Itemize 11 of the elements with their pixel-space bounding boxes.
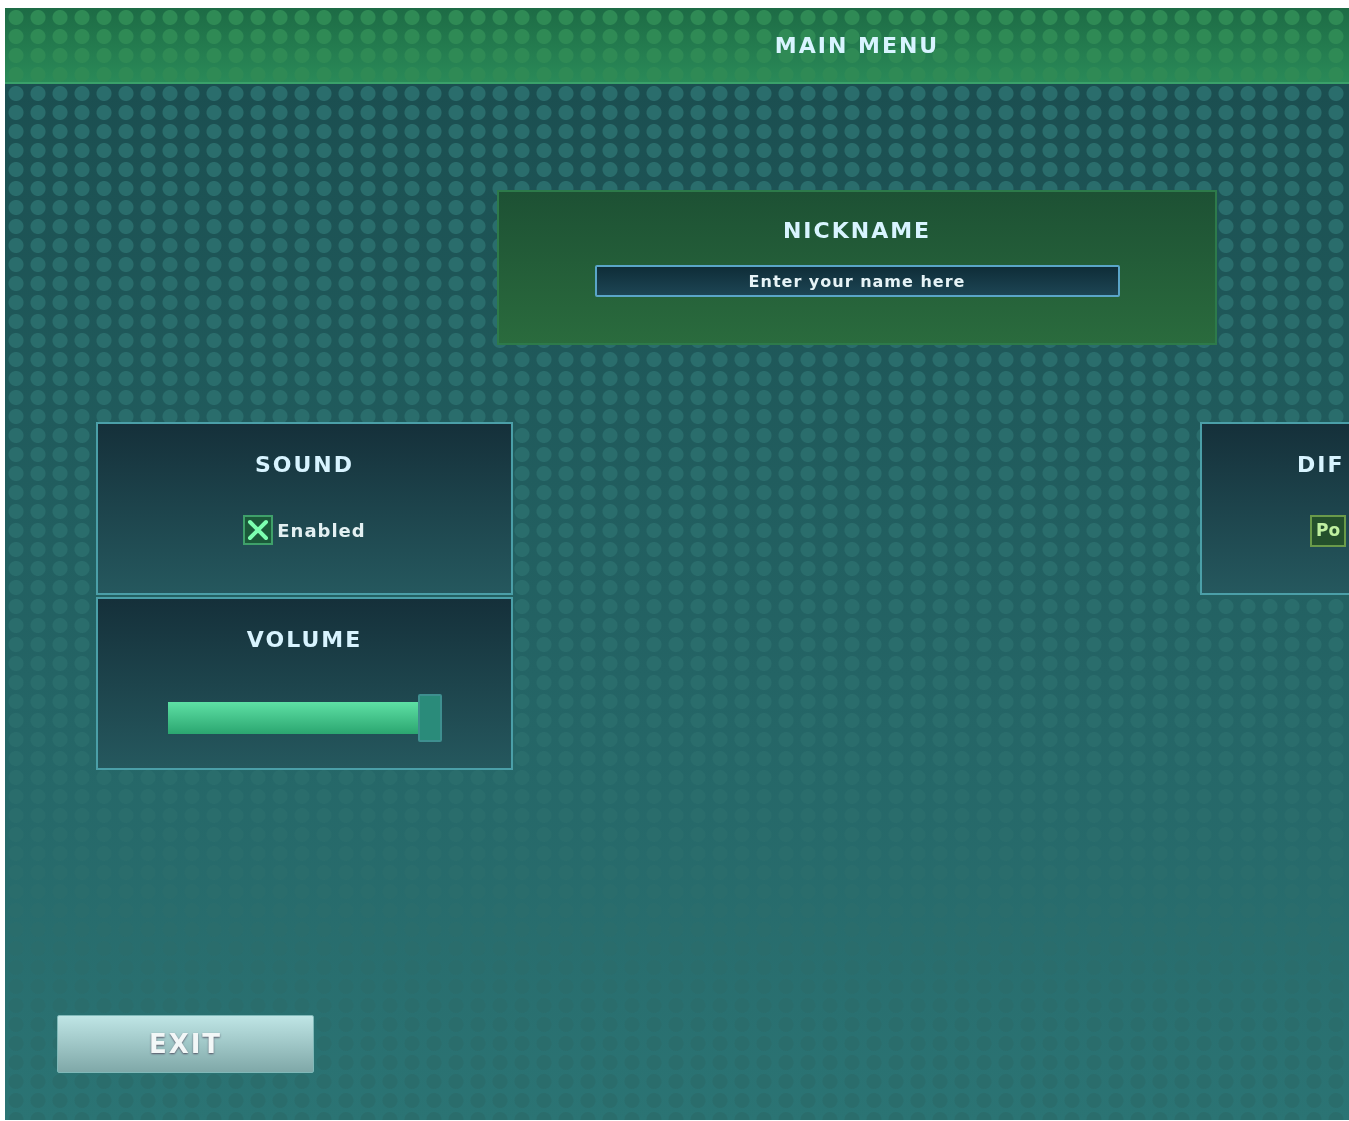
panel-title: SOUND <box>254 451 355 479</box>
enabled-checkbox[interactable]: Enabled <box>243 515 366 545</box>
menu-title: MAIN MENU <box>774 31 940 60</box>
checkbox-icon <box>243 515 274 545</box>
slider-thumb[interactable] <box>417 694 442 742</box>
name-input-field[interactable]: Enter your name here <box>594 265 1120 297</box>
panel-title: DIF <box>1297 452 1345 477</box>
panel-title: VOLUME <box>246 626 363 654</box>
volume-slider[interactable] <box>167 694 442 742</box>
panel-title: NICKNAME <box>782 217 932 245</box>
difficulty-dropdown[interactable]: Po <box>1310 515 1347 547</box>
